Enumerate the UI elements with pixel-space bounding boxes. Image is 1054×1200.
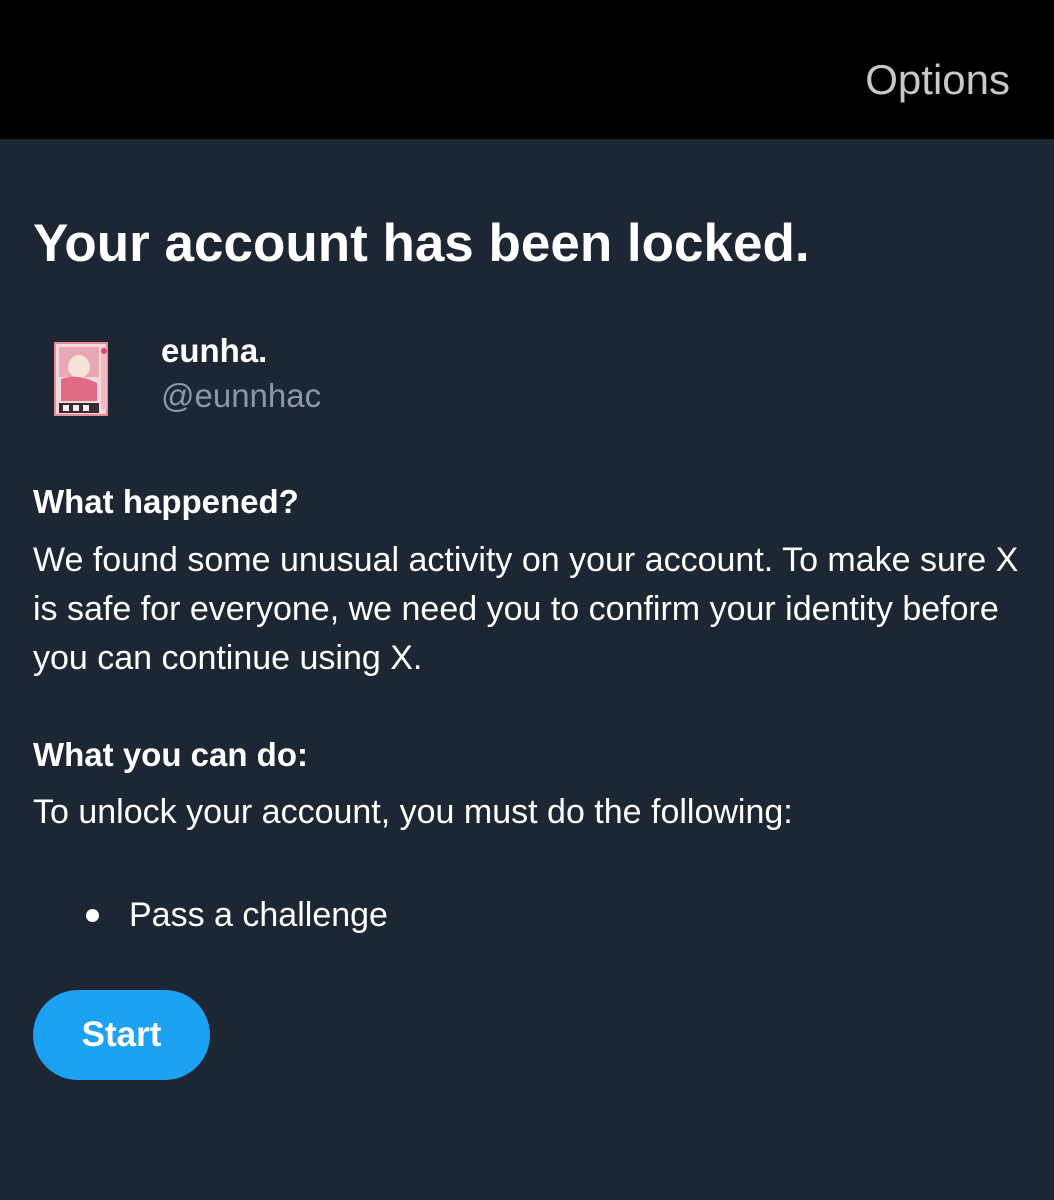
list-item: Pass a challenge — [83, 893, 388, 937]
what-happened-text: We found some unusual activity on your a… — [33, 541, 1019, 677]
step-label: Pass a challenge — [129, 896, 388, 934]
what-happened-heading: What happened? — [33, 483, 299, 520]
what-you-can-do-text: To unlock your account, you must do the … — [33, 793, 793, 831]
top-bar: Options — [0, 0, 1054, 139]
bullet-icon — [86, 909, 99, 922]
account-handle: @eunnhac — [161, 377, 322, 414]
account-display-name: eunha. — [161, 332, 268, 369]
avatar — [54, 342, 108, 416]
unlock-steps-list: Pass a challenge — [83, 893, 388, 937]
what-you-can-do-heading: What you can do: — [33, 736, 308, 773]
options-button[interactable]: Options — [865, 56, 1010, 104]
start-button[interactable]: Start — [33, 990, 210, 1080]
page-title: Your account has been locked. — [33, 214, 810, 273]
